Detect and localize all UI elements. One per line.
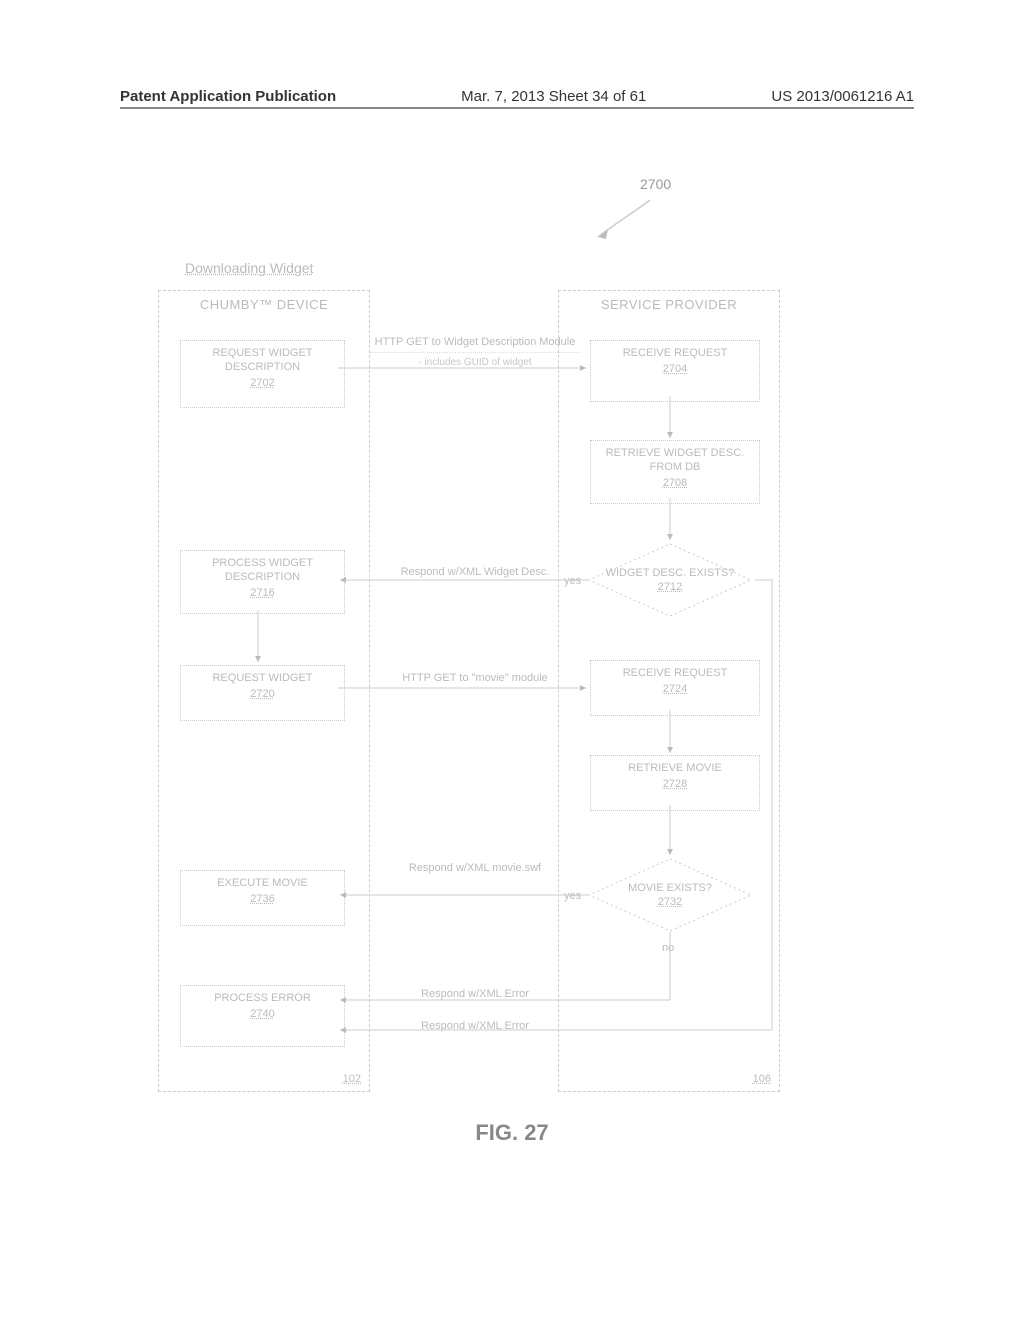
figure-caption: FIG. 27 (0, 1120, 1024, 1146)
diamond-2712-ref: 2712 (606, 581, 735, 593)
diamond-2732-ref: 2732 (628, 896, 712, 908)
diamond-2712-text: WIDGET DESC. EXISTS? (606, 567, 735, 579)
diamond-2732-text: MOVIE EXISTS? (628, 882, 712, 894)
